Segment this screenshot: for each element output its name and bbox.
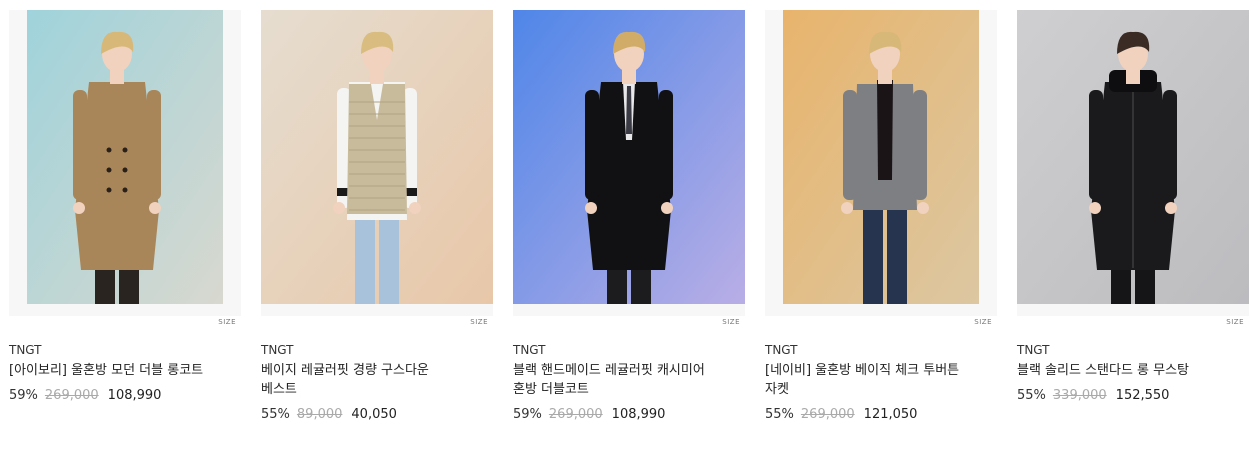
product-name[interactable]: 베이지 레귤러핏 경량 구스다운 베스트 — [261, 361, 466, 399]
sale-price: 121,050 — [863, 407, 918, 422]
size-button[interactable]: SIZE — [218, 318, 236, 326]
product-image[interactable] — [261, 10, 493, 316]
product-brand[interactable]: TNGT — [513, 342, 745, 358]
size-row: SIZE — [1017, 316, 1249, 328]
model-photo — [783, 10, 979, 304]
product-card[interactable]: SIZE TNGT 베이지 레귤러핏 경량 구스다운 베스트 55% 89,000… — [261, 10, 493, 424]
product-image[interactable] — [765, 10, 997, 316]
product-name[interactable]: 블랙 솔리드 스탠다드 롱 무스탕 — [1017, 361, 1222, 380]
product-name[interactable]: [네이비] 울혼방 베이직 체크 투버튼 자켓 — [765, 361, 970, 399]
price-info: 55% 89,000 40,050 — [261, 406, 493, 424]
discount-rate: 55% — [261, 407, 290, 422]
size-button[interactable]: SIZE — [974, 318, 992, 326]
discount-rate: 55% — [1017, 388, 1046, 403]
product-card[interactable]: SIZE TNGT [네이비] 울혼방 베이직 체크 투버튼 자켓 55% 269… — [765, 10, 997, 424]
model-photo — [1017, 10, 1249, 304]
original-price: 339,000 — [1052, 388, 1107, 403]
size-row: SIZE — [261, 316, 493, 328]
size-row: SIZE — [9, 316, 241, 328]
original-price: 269,000 — [800, 407, 855, 422]
product-name[interactable]: 블랙 핸드메이드 레귤러핏 캐시미어 혼방 더블코트 — [513, 361, 718, 399]
size-row: SIZE — [513, 316, 745, 328]
original-price: 269,000 — [44, 388, 99, 403]
product-image[interactable] — [513, 10, 745, 316]
product-image[interactable] — [1017, 10, 1249, 316]
product-name[interactable]: [아이보리] 울혼방 모던 더블 롱코트 — [9, 361, 214, 380]
size-button[interactable]: SIZE — [470, 318, 488, 326]
product-card[interactable]: SIZE TNGT 블랙 솔리드 스탠다드 롱 무스탕 55% 339,000 15… — [1017, 10, 1249, 405]
product-card[interactable]: SIZE TNGT [아이보리] 울혼방 모던 더블 롱코트 59% 269,00… — [9, 10, 241, 405]
model-photo — [261, 10, 493, 304]
discount-rate: 59% — [9, 388, 38, 403]
product-grid: SIZE TNGT [아이보리] 울혼방 모던 더블 롱코트 59% 269,00… — [0, 0, 1252, 456]
sale-price: 108,990 — [107, 388, 162, 403]
discount-rate: 55% — [765, 407, 794, 422]
model-photo — [513, 10, 745, 304]
discount-rate: 59% — [513, 407, 542, 422]
original-price: 89,000 — [296, 407, 343, 422]
price-info: 55% 339,000 152,550 — [1017, 387, 1249, 405]
sale-price: 108,990 — [611, 407, 666, 422]
model-photo — [27, 10, 223, 304]
size-button[interactable]: SIZE — [1226, 318, 1244, 326]
original-price: 269,000 — [548, 407, 603, 422]
size-row: SIZE — [765, 316, 997, 328]
price-info: 59% 269,000 108,990 — [9, 387, 241, 405]
price-info: 55% 269,000 121,050 — [765, 406, 997, 424]
product-brand[interactable]: TNGT — [261, 342, 493, 358]
product-card[interactable]: SIZE TNGT 블랙 핸드메이드 레귤러핏 캐시미어 혼방 더블코트 59%… — [513, 10, 745, 424]
size-button[interactable]: SIZE — [722, 318, 740, 326]
product-brand[interactable]: TNGT — [9, 342, 241, 358]
product-brand[interactable]: TNGT — [1017, 342, 1249, 358]
product-brand[interactable]: TNGT — [765, 342, 997, 358]
sale-price: 40,050 — [351, 407, 397, 422]
product-image[interactable] — [9, 10, 241, 316]
sale-price: 152,550 — [1115, 388, 1170, 403]
price-info: 59% 269,000 108,990 — [513, 406, 745, 424]
